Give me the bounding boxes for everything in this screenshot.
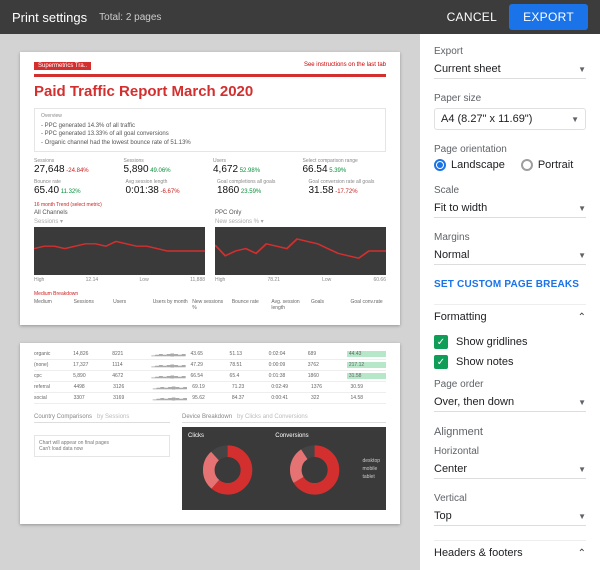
export-select[interactable]: Current sheet▼ <box>434 61 586 79</box>
horizontal-label: Horizontal <box>434 446 586 457</box>
page-total: Total: 2 pages <box>99 12 161 23</box>
chart-all-channels: All Channels Sessions ▾ High12.14Low11,8… <box>34 210 205 283</box>
caret-down-icon: ▼ <box>578 398 586 407</box>
page-title: Print settings <box>12 10 87 25</box>
overview-notes: Overview - PPC generated 14.3% of all tr… <box>34 108 386 152</box>
export-label: Export <box>434 46 586 57</box>
preview-page-1: Supermetrics Tra.. See instructions on t… <box>20 52 400 325</box>
tab-name: Supermetrics Tra.. <box>34 62 91 70</box>
instruction-link: See instructions on the last tab <box>304 62 386 70</box>
show-notes-label: Show notes <box>456 356 513 368</box>
show-gridlines-checkbox[interactable]: ✓ <box>434 335 448 349</box>
alignment-label: Alignment <box>434 426 586 438</box>
caret-down-icon: ▼ <box>578 204 586 213</box>
caret-down-icon: ▼ <box>578 65 586 74</box>
horizontal-select[interactable]: Center▼ <box>434 461 586 479</box>
vertical-select[interactable]: Top▼ <box>434 508 586 526</box>
report-title: Paid Traffic Report March 2020 <box>34 83 386 100</box>
caret-down-icon: ▼ <box>578 465 586 474</box>
export-button[interactable]: EXPORT <box>509 4 588 30</box>
country-label: Country Comparisons <box>34 414 92 420</box>
orientation-label: Page orientation <box>434 144 586 155</box>
section-medium-label: Medium Breakdown <box>34 291 386 297</box>
settings-sidebar: Export Current sheet▼ Paper size A4 (8.2… <box>420 34 600 570</box>
scale-label: Scale <box>434 185 586 196</box>
caret-down-icon: ▼ <box>578 251 586 260</box>
preview-area[interactable]: Supermetrics Tra.. See instructions on t… <box>0 34 420 570</box>
paper-label: Paper size <box>434 93 586 104</box>
show-gridlines-label: Show gridlines <box>456 336 528 348</box>
margins-label: Margins <box>434 232 586 243</box>
preview-page-2: organic14,8268221▁▂▃▂▃▄▃▂▃43.6551.130:02… <box>20 343 400 524</box>
top-bar: Print settings Total: 2 pages CANCEL EXP… <box>0 0 600 34</box>
show-notes-checkbox[interactable]: ✓ <box>434 355 448 369</box>
cancel-button[interactable]: CANCEL <box>447 10 497 24</box>
headers-footers-toggle[interactable]: Headers & footers⌃ <box>434 540 586 565</box>
vertical-label: Vertical <box>434 493 586 504</box>
chart-placeholder-note: Chart will appear on final pages Can't l… <box>34 435 170 457</box>
custom-page-breaks-link[interactable]: SET CUSTOM PAGE BREAKS <box>434 279 586 290</box>
chart-ppc-only: PPC Only New sessions % ▾ High78.21Low60… <box>215 210 386 283</box>
margins-select[interactable]: Normal▼ <box>434 247 586 265</box>
page-order-select[interactable]: Over, then down▼ <box>434 394 586 412</box>
chevron-up-icon: ⌃ <box>578 312 586 323</box>
section-trend-label: 16 month Trend (select metric) <box>34 202 386 208</box>
scale-select[interactable]: Fit to width▼ <box>434 200 586 218</box>
orientation-portrait-radio[interactable]: Portrait <box>521 159 573 171</box>
caret-down-icon: ▼ <box>571 115 579 124</box>
chevron-up-icon: ⌃ <box>578 548 586 559</box>
caret-down-icon: ▼ <box>578 512 586 521</box>
donut-charts: Clicks Conversions desktop mobile tablet <box>182 427 386 510</box>
page-order-label: Page order <box>434 379 586 390</box>
orientation-landscape-radio[interactable]: Landscape <box>434 159 505 171</box>
formatting-section-toggle[interactable]: Formatting⌃ <box>434 304 586 329</box>
paper-select[interactable]: A4 (8.27" x 11.69")▼ <box>434 108 586 130</box>
device-label: Device Breakdown <box>182 414 232 420</box>
